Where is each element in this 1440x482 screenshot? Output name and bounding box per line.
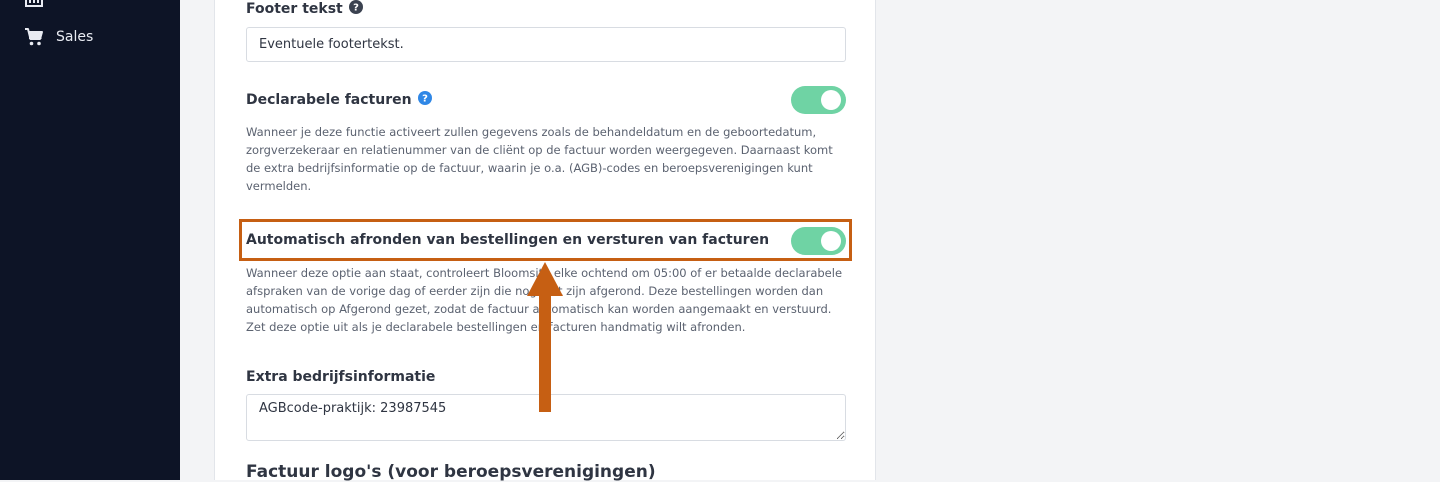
extra-company-info-label: Extra bedrijfsinformatie — [246, 369, 436, 385]
toggle-knob — [821, 231, 841, 251]
sidebar-item-sales[interactable]: Sales — [24, 27, 93, 47]
question-circle-icon[interactable]: ? — [348, 0, 363, 18]
invoice-logos-title: Factuur logo's (voor beroepsverenigingen… — [246, 462, 656, 482]
sidebar-item-reports[interactable] — [24, 0, 56, 8]
chart-icon — [24, 0, 44, 8]
auto-complete-toggle[interactable] — [791, 227, 846, 255]
footer-text-label: Footer tekst ? — [246, 0, 363, 18]
auto-complete-label: Automatisch afronden van bestellingen en… — [246, 232, 770, 248]
sidebar-item-label: Sales — [56, 29, 94, 45]
arrow-up-icon — [527, 262, 563, 412]
declarable-invoices-toggle[interactable] — [791, 86, 846, 114]
sidebar: Sales — [0, 0, 180, 480]
declarable-invoices-label: Declarabele facturen ? — [246, 91, 432, 109]
svg-text:?: ? — [422, 94, 428, 105]
toggle-knob — [821, 90, 841, 110]
footer-text-input[interactable] — [246, 27, 846, 62]
declarable-invoices-description: Wanneer je deze functie activeert zullen… — [246, 125, 833, 193]
question-circle-icon[interactable]: ? — [417, 91, 432, 109]
cart-icon — [24, 27, 44, 47]
svg-text:?: ? — [353, 3, 359, 14]
